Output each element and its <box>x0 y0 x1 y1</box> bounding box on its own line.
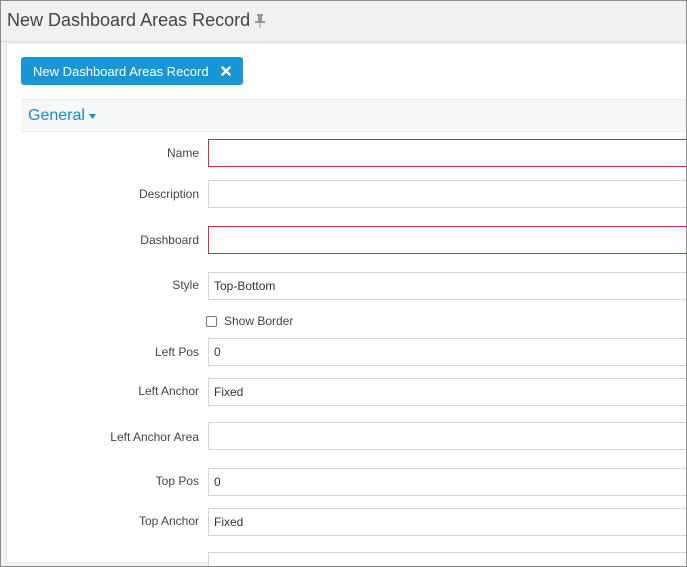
left-anchor-label: Left Anchor <box>138 384 199 398</box>
section-header-general: General <box>21 99 686 132</box>
show-border-row: Show Border <box>206 314 293 328</box>
caret-down-icon <box>88 113 96 119</box>
show-border-label: Show Border <box>224 314 294 328</box>
top-anchor-select[interactable]: Fixed <box>208 508 686 536</box>
top-anchor-label: Top Anchor <box>138 514 199 528</box>
dashboard-label: Dashboard <box>140 233 199 247</box>
top-pos-field[interactable]: 0 <box>208 468 686 496</box>
description-field[interactable] <box>208 180 686 208</box>
next-field-partial[interactable] <box>208 552 686 566</box>
name-field[interactable] <box>208 139 686 167</box>
top-pos-label: Top Pos <box>155 474 199 488</box>
record-tab-label: New Dashboard Areas Record <box>33 63 209 79</box>
left-anchor-area-field[interactable] <box>208 422 686 450</box>
left-anchor-area-label: Left Anchor Area <box>110 430 199 444</box>
record-form: New Dashboard Areas Record General Name … <box>6 43 686 566</box>
close-icon[interactable] <box>220 66 231 76</box>
pin-icon[interactable] <box>254 14 266 28</box>
description-label: Description <box>138 187 199 201</box>
section-toggle-general[interactable]: General <box>28 107 96 125</box>
left-pos-label: Left Pos <box>154 345 199 359</box>
style-select[interactable]: Top-Bottom <box>208 272 686 300</box>
page-title: New Dashboard Areas Record <box>7 10 251 30</box>
dashboard-field[interactable] <box>208 226 686 254</box>
window: New Dashboard Areas Record New Dashboard… <box>0 0 687 567</box>
record-tab[interactable]: New Dashboard Areas Record <box>21 57 243 85</box>
title-bar: New Dashboard Areas Record <box>1 1 686 42</box>
section-title: General <box>28 107 85 124</box>
left-anchor-select[interactable]: Fixed <box>208 378 686 406</box>
show-border-checkbox[interactable] <box>206 315 217 327</box>
name-label: Name <box>166 146 199 160</box>
style-label: Style <box>172 278 199 292</box>
left-pos-field[interactable]: 0 <box>208 338 686 366</box>
